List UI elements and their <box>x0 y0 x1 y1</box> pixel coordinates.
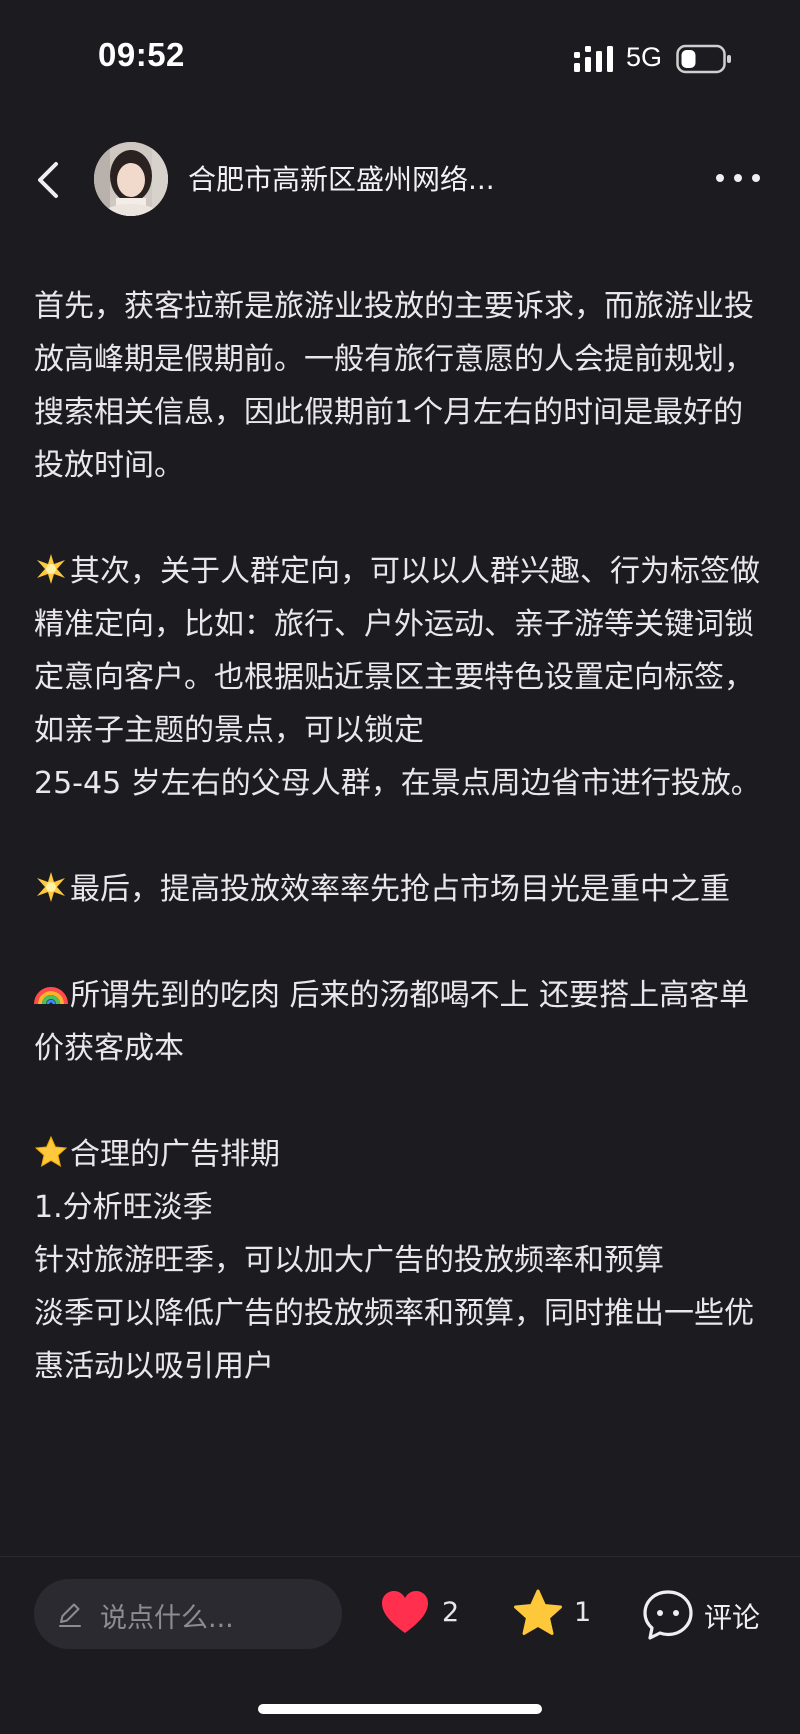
sparkle-emoji-icon <box>37 554 65 584</box>
paragraph-first-mover: 所谓先到的吃肉 后来的汤都喝不上 还要搭上高客单价获客成本 <box>34 978 750 1066</box>
note-detail-screen: 09:52 5G 合肥市高新区盛州网络... 首先，获客拉新是旅游业投放的主要诉… <box>0 0 800 1734</box>
network-type: 5G <box>626 42 663 72</box>
collect-count: 1 <box>574 1597 592 1628</box>
paragraph-targeting: 其次，关于人群定向，可以以人群兴趣、行为标签做精准定向，比如：旅行、户外运动、亲… <box>34 554 760 748</box>
paragraph-off-season: 淡季可以降低广告的投放频率和预算，同时推出一些优惠活动以吸引用户 <box>34 1296 754 1384</box>
battery-icon <box>676 44 731 74</box>
home-indicator[interactable] <box>258 1704 542 1714</box>
author-name[interactable]: 合肥市高新区盛州网络... <box>188 158 495 198</box>
pencil-icon <box>59 1603 81 1627</box>
status-bar: 09:52 5G <box>0 0 800 120</box>
paragraph-targeting-age: 25-45 岁左右的父母人群，在景点周边省市进行投放。 <box>34 766 761 801</box>
star-emoji-icon <box>34 1135 68 1168</box>
avatar-portrait-icon <box>94 142 168 216</box>
comment-placeholder: 说点什么... <box>100 1603 234 1634</box>
more-dots-icon[interactable] <box>712 164 764 192</box>
like-count: 2 <box>442 1597 460 1628</box>
status-time: 09:52 <box>98 36 185 73</box>
comment-button[interactable]: 评论 <box>642 1583 772 1647</box>
signal-icon <box>574 46 613 72</box>
star-icon <box>514 1589 562 1635</box>
comment-label: 评论 <box>704 1601 761 1634</box>
comment-bubble-icon <box>643 1590 693 1640</box>
like-button[interactable]: 2 <box>380 1583 470 1647</box>
paragraph-season-analysis: 1.分析旺淡季 <box>34 1190 213 1225</box>
back-arrow-icon[interactable] <box>30 152 70 208</box>
paragraph-peak-season: 针对旅游旺季，可以加大广告的投放频率和预算 <box>34 1243 664 1278</box>
rainbow-emoji-icon <box>34 987 68 1005</box>
heart-icon <box>382 1591 428 1633</box>
note-content: 首先，获客拉新是旅游业投放的主要诉求，而旅游业投放高峰期是假期前。一般有旅行意愿… <box>34 280 768 1393</box>
comment-input[interactable]: 说点什么... <box>34 1579 342 1649</box>
sparkle-emoji-icon <box>37 872 65 902</box>
collect-button[interactable]: 1 <box>512 1583 602 1647</box>
author-avatar[interactable] <box>94 142 168 216</box>
paragraph-schedule-heading: 合理的广告排期 <box>34 1128 768 1181</box>
note-header: 合肥市高新区盛州网络... <box>0 130 800 230</box>
paragraph-intro: 首先，获客拉新是旅游业投放的主要诉求，而旅游业投放高峰期是假期前。一般有旅行意愿… <box>34 289 754 483</box>
paragraph-finally: 最后，提高投放效率率先抢占市场目光是重中之重 <box>34 863 768 916</box>
